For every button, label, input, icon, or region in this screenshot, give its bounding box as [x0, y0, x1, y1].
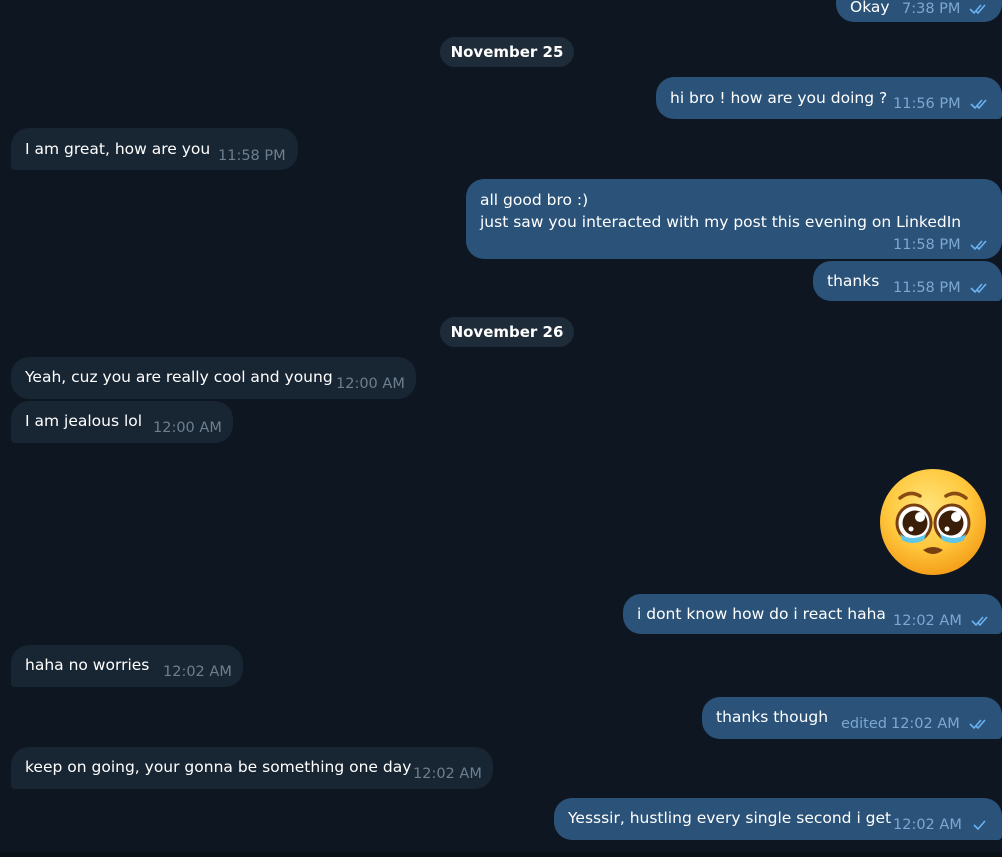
double-check-icon	[969, 3, 989, 15]
message-time: 12:00 AM	[153, 420, 222, 436]
message-meta: 12:00 AM	[336, 373, 405, 395]
message-time: 11:58 PM	[893, 280, 961, 296]
double-check-icon	[969, 718, 989, 730]
message-time: 12:02 AM	[890, 716, 960, 732]
message-text: i dont know how do i react haha	[637, 605, 886, 623]
message-time: 11:56 PM	[893, 96, 961, 112]
message-meta: 12:02 AM	[893, 610, 991, 632]
message-time: 12:00 AM	[336, 376, 405, 392]
message-text-line-2: just saw you interacted with my post thi…	[480, 213, 962, 231]
message-text: I am great, how are you	[25, 140, 211, 158]
outgoing-message[interactable]: Okay 7:38 PM	[836, 0, 1002, 22]
message-time: 12:02 AM	[163, 664, 232, 680]
incoming-message[interactable]: haha no worries 12:02 AM	[11, 645, 243, 687]
outgoing-message[interactable]: hi bro ! how are you doing ? 11:56 PM	[656, 77, 1002, 119]
message-text: haha no worries	[25, 656, 150, 674]
message-time: 12:02 AM	[893, 613, 962, 629]
message-text: Yesssir, hustling every single second i …	[568, 809, 892, 827]
message-meta: 12:02 AM	[413, 763, 482, 785]
double-check-icon	[971, 615, 991, 627]
composer-edge	[0, 852, 1002, 857]
double-check-icon	[970, 98, 990, 110]
outgoing-message[interactable]: Yesssir, hustling every single second i …	[554, 798, 1002, 840]
date-separator: November 25	[440, 37, 574, 67]
outgoing-message[interactable]: thanks 11:58 PM	[813, 261, 1002, 301]
outgoing-message[interactable]: all good bro :) just saw you interacted …	[466, 179, 1002, 259]
chat-message-list[interactable]: Okay 7:38 PM November 25 hi bro ! how ar…	[0, 0, 1002, 857]
incoming-message[interactable]: I am jealous lol 12:00 AM	[11, 401, 233, 443]
message-time: 11:58 PM	[893, 237, 961, 253]
message-meta: 11:58 PM	[893, 234, 990, 256]
message-meta: 12:02 AM	[893, 814, 991, 836]
message-text: thanks though	[716, 708, 829, 726]
double-check-icon	[970, 239, 990, 251]
incoming-message[interactable]: Yeah, cuz you are really cool and young …	[11, 357, 416, 399]
incoming-message[interactable]: keep on going, your gonna be something o…	[11, 747, 493, 789]
message-text: hi bro ! how are you doing ?	[670, 89, 888, 107]
message-text: keep on going, your gonna be something o…	[25, 758, 412, 776]
message-meta: 12:02 AM	[163, 661, 232, 683]
message-meta: edited 12:02 AM	[841, 713, 989, 735]
outgoing-message[interactable]: i dont know how do i react haha 12:02 AM	[623, 594, 1002, 634]
message-time: 11:58 PM	[218, 148, 286, 164]
message-meta: 11:58 PM	[893, 277, 990, 299]
single-check-icon	[971, 819, 991, 831]
date-separator: November 26	[440, 317, 574, 347]
message-text: Yeah, cuz you are really cool and young	[25, 368, 333, 386]
outgoing-message[interactable]: thanks though edited 12:02 AM	[702, 697, 1002, 739]
message-text: Okay	[850, 0, 890, 16]
message-text-line-1: all good bro :)	[480, 191, 589, 209]
message-text: I am jealous lol	[25, 412, 143, 430]
edited-label: edited	[841, 716, 887, 732]
message-time: 7:38 PM	[902, 1, 961, 17]
message-text: thanks	[827, 272, 880, 290]
message-time: 12:02 AM	[413, 766, 482, 782]
incoming-message[interactable]: I am great, how are you 11:58 PM	[11, 128, 298, 170]
message-time: 12:02 AM	[893, 817, 962, 833]
double-check-icon	[970, 282, 990, 294]
pleading-face-emoji-sticker[interactable]	[878, 468, 988, 578]
message-meta: 11:56 PM	[893, 93, 990, 115]
message-meta: 7:38 PM	[902, 0, 989, 20]
message-meta: 11:58 PM	[218, 145, 286, 167]
message-meta: 12:00 AM	[153, 417, 222, 439]
